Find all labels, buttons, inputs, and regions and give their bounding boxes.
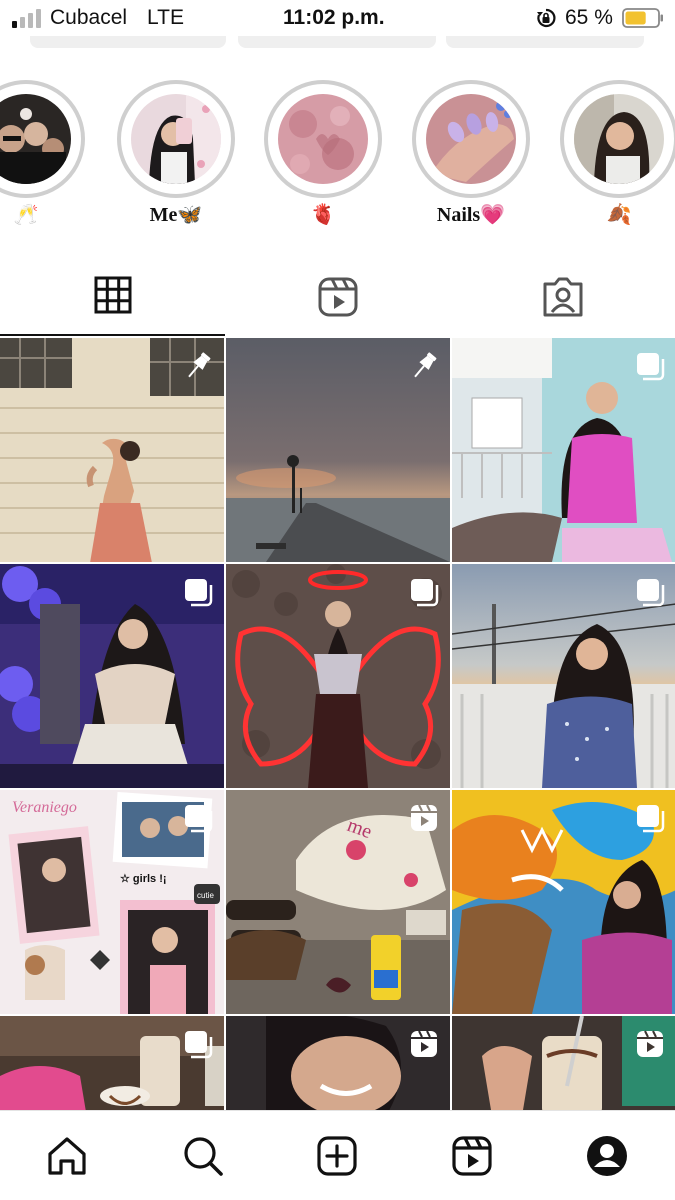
story-highlights: 🥂 Me🦋 🫀 Nails💗 🍂 [0, 80, 675, 240]
tab-posts-grid[interactable] [0, 268, 225, 336]
post-tile[interactable] [0, 1016, 224, 1110]
highlight-nails[interactable]: Nails💗 [412, 80, 530, 230]
nav-reels-button[interactable] [447, 1131, 497, 1181]
status-time: 11:02 p.m. [283, 6, 385, 29]
highlight-label: 🍂 [606, 204, 632, 226]
carousel-icon [637, 579, 665, 607]
reel-icon [411, 804, 437, 831]
post-tile[interactable]: me [226, 790, 450, 1014]
status-bar: Cubacel LTE 11:02 p.m. 65 % [0, 0, 675, 40]
carrier-name: Cubacel [50, 6, 128, 29]
grid-icon [94, 276, 131, 314]
profile-tabs [0, 268, 675, 336]
tab-reels[interactable] [225, 268, 450, 336]
carousel-icon [185, 805, 213, 833]
collage-sticker-text: ☆ girls !¡ [120, 873, 167, 885]
network-type: LTE [147, 6, 184, 29]
profile-icon [587, 1136, 627, 1176]
post-tile[interactable] [226, 1016, 450, 1110]
carousel-icon [637, 353, 665, 381]
highlight-ring [0, 80, 85, 198]
highlight-ring [560, 80, 675, 198]
nav-search-button[interactable] [178, 1131, 228, 1181]
post-tile[interactable] [0, 338, 224, 562]
nav-create-button[interactable] [312, 1131, 362, 1181]
post-tile[interactable] [0, 564, 224, 788]
post-tile[interactable] [452, 564, 675, 788]
post-tile[interactable] [452, 338, 675, 562]
carousel-icon [411, 579, 439, 607]
nav-home-button[interactable] [42, 1131, 92, 1181]
selected-tab-indicator [0, 334, 225, 336]
highlight-me[interactable]: Me🦋 [117, 80, 235, 230]
orientation-lock-icon [537, 8, 556, 28]
highlight-label: Nails💗 [436, 204, 506, 226]
collage-cutie-text: cutie [197, 891, 214, 900]
bottom-navigation [0, 1110, 675, 1200]
highlight-ring [412, 80, 530, 198]
post-tile[interactable] [226, 338, 450, 562]
pin-icon [414, 352, 437, 378]
tagged-person-icon [543, 277, 582, 317]
reel-icon [637, 1030, 663, 1057]
post-tile[interactable]: Veraniego ☆ girls !¡ cutie [0, 790, 224, 1014]
highlight-ring [264, 80, 382, 198]
reels-icon [318, 277, 357, 317]
home-icon [48, 1137, 86, 1175]
battery-icon [622, 8, 663, 28]
carousel-icon [185, 1031, 213, 1059]
highlight-cover [278, 94, 368, 184]
highlight-heart[interactable]: 🫀 [264, 80, 382, 230]
highlight-autumn[interactable]: 🍂 [560, 80, 675, 230]
highlight-cover [574, 94, 664, 184]
nav-profile-button[interactable] [582, 1131, 632, 1181]
battery-percent: 65 % [565, 6, 613, 29]
add-post-icon [317, 1136, 357, 1176]
collage-title: Veraniego [12, 799, 77, 816]
profile-action-button[interactable] [238, 36, 436, 48]
highlight-label: 🫀 [310, 204, 336, 226]
search-icon [184, 1137, 223, 1176]
reel-icon [411, 1030, 437, 1057]
highlight-label: 🥂 [13, 204, 39, 226]
highlight-cover [0, 94, 71, 184]
post-tile[interactable] [452, 790, 675, 1014]
profile-action-button[interactable] [30, 36, 226, 48]
post-tile[interactable] [226, 564, 450, 788]
highlight-cover [131, 94, 221, 184]
carousel-icon [185, 579, 213, 607]
cellular-signal-icon [12, 9, 41, 28]
highlight-party[interactable]: 🥂 [0, 80, 85, 230]
profile-action-button[interactable] [446, 36, 644, 48]
carousel-icon [637, 805, 665, 833]
tab-tagged[interactable] [450, 268, 675, 336]
highlight-ring [117, 80, 235, 198]
pin-icon [188, 352, 211, 378]
highlight-cover [426, 94, 516, 184]
post-tile[interactable] [452, 1016, 675, 1110]
reels-icon [452, 1136, 492, 1176]
posts-grid: Veraniego ☆ girls !¡ cutie me [0, 338, 675, 1110]
highlight-label: Me🦋 [149, 204, 203, 226]
